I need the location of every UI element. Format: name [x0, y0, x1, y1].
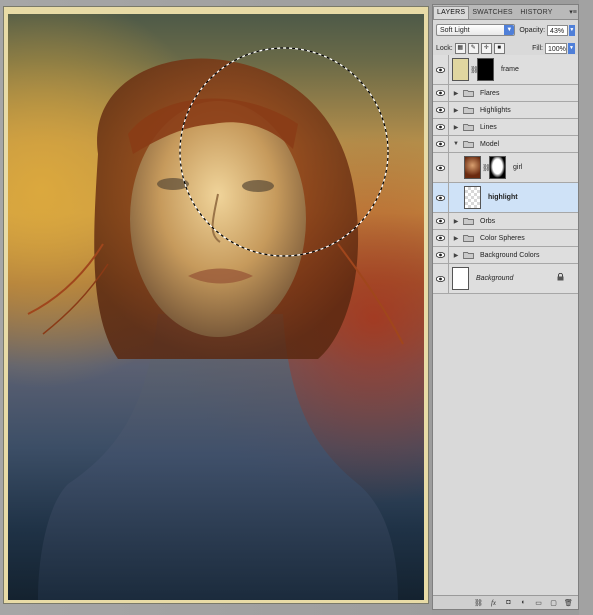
layer-row-orbs[interactable]: ▶ Orbs — [433, 213, 578, 230]
opacity-label: Opacity: — [519, 26, 546, 34]
opacity-input[interactable]: 43% — [547, 24, 568, 36]
layer-row-highlight[interactable]: highlight — [433, 183, 578, 213]
layer-name: Lines — [480, 123, 497, 131]
new-group-icon[interactable]: ▭ — [533, 598, 544, 607]
visibility-eye-icon[interactable] — [433, 183, 449, 212]
layer-name: Highlights — [480, 106, 511, 114]
layer-thumbnail — [452, 58, 469, 81]
layer-name: Model — [480, 140, 500, 148]
folder-icon — [463, 107, 474, 114]
link-layers-icon[interactable]: ⛓ — [473, 598, 484, 607]
fill-input[interactable]: 100% — [545, 42, 567, 54]
expand-triangle-icon[interactable]: ▶ — [451, 218, 461, 225]
layer-name: Orbs — [480, 217, 496, 225]
visibility-eye-icon[interactable] — [433, 102, 449, 118]
folder-icon — [463, 252, 474, 259]
blend-mode-select[interactable]: Soft Light ▼ — [436, 24, 516, 36]
layer-row-lines[interactable]: ▶ Lines — [433, 119, 578, 136]
blend-mode-value: Soft Light — [440, 27, 470, 34]
trash-icon[interactable]: 🗑 — [563, 598, 574, 607]
layer-row-color-spheres[interactable]: ▶ Color Spheres — [433, 230, 578, 247]
window-edge — [579, 0, 593, 615]
layer-name: frame — [501, 66, 519, 73]
layer-name: girl — [513, 164, 523, 171]
layer-row-background-colors[interactable]: ▶ Background Colors — [433, 247, 578, 264]
panel-menu-icon[interactable]: ▾≡ — [568, 7, 578, 19]
document-canvas-area[interactable] — [0, 0, 432, 615]
layers-panel: LAYERS SWATCHES HISTORY ▾≡ Soft Light ▼ … — [432, 4, 579, 610]
adjustment-layer-icon[interactable]: ◐ — [518, 598, 529, 607]
fill-slider-toggle-icon[interactable]: ▼ — [568, 42, 575, 54]
transparent-layer-thumbnail — [464, 186, 481, 209]
layer-mask-thumbnail[interactable] — [477, 58, 494, 81]
layer-row-model[interactable]: ▼ Model — [433, 136, 578, 153]
visibility-eye-icon[interactable] — [433, 264, 449, 293]
fill-label: Fill: — [532, 44, 543, 52]
folder-open-icon — [463, 141, 474, 148]
tab-swatches[interactable]: SWATCHES — [469, 7, 517, 19]
tab-history[interactable]: HISTORY — [517, 7, 555, 19]
layer-row-frame[interactable]: ⛓ frame — [433, 55, 578, 85]
visibility-eye-icon[interactable] — [433, 247, 449, 263]
layer-mask-thumbnail[interactable] — [489, 156, 506, 179]
layer-name: Background Colors — [480, 251, 540, 259]
folder-icon — [463, 218, 474, 225]
layer-row-highlights[interactable]: ▶ Highlights — [433, 102, 578, 119]
padlock-icon — [557, 273, 564, 281]
expand-triangle-icon[interactable]: ▶ — [451, 90, 461, 97]
layers-list: ⛓ frame ▶ Flares ▶ Highlights ▶ Lines ▼ … — [433, 55, 578, 294]
artwork-image[interactable] — [8, 14, 424, 600]
expand-triangle-icon[interactable]: ▶ — [451, 235, 461, 242]
layer-row-girl[interactable]: ⛓ girl — [433, 153, 578, 183]
layer-row-background[interactable]: Background — [433, 264, 578, 294]
layer-thumbnail — [464, 156, 481, 179]
blend-opacity-row: Soft Light ▼ Opacity: 43% ▼ — [433, 20, 578, 40]
expand-triangle-icon[interactable]: ▶ — [451, 252, 461, 259]
link-chain-icon[interactable]: ⛓ — [470, 66, 479, 74]
chevron-down-icon: ▼ — [504, 25, 515, 35]
link-chain-icon[interactable]: ⛓ — [482, 164, 491, 172]
visibility-eye-icon[interactable] — [433, 119, 449, 135]
visibility-eye-icon[interactable] — [433, 153, 449, 182]
visibility-eye-icon[interactable] — [433, 230, 449, 246]
visibility-eye-icon[interactable] — [433, 85, 449, 101]
expand-triangle-icon[interactable]: ▶ — [451, 124, 461, 131]
lock-transparency-icon[interactable]: ▦ — [454, 42, 466, 54]
layer-name: Flares — [480, 89, 500, 97]
layer-row-flares[interactable]: ▶ Flares — [433, 85, 578, 102]
folder-icon — [463, 90, 474, 97]
lock-all-icon[interactable]: ■ — [493, 42, 505, 54]
layer-name: Background — [476, 275, 514, 282]
expand-triangle-icon[interactable]: ▶ — [451, 107, 461, 114]
folder-icon — [463, 235, 474, 242]
portrait-illustration — [27, 47, 404, 600]
visibility-eye-icon[interactable] — [433, 213, 449, 229]
new-layer-icon[interactable]: ▢ — [548, 598, 559, 607]
layers-bottom-toolbar: ⛓ fx ◘ ◐ ▭ ▢ 🗑 — [433, 595, 578, 609]
panel-tab-bar: LAYERS SWATCHES HISTORY ▾≡ — [433, 5, 578, 20]
folder-icon — [463, 124, 474, 131]
collapse-triangle-icon[interactable]: ▼ — [451, 141, 461, 147]
lock-image-icon[interactable]: ✎ — [467, 42, 479, 54]
visibility-eye-icon[interactable] — [433, 136, 449, 152]
visibility-eye-icon[interactable] — [433, 55, 449, 84]
fx-icon[interactable]: fx — [488, 598, 499, 607]
tab-layers[interactable]: LAYERS — [433, 6, 470, 19]
layer-name: highlight — [488, 194, 518, 201]
add-mask-icon[interactable]: ◘ — [503, 598, 514, 607]
layer-thumbnail — [452, 267, 469, 290]
layer-name: Color Spheres — [480, 234, 525, 242]
opacity-slider-toggle-icon[interactable]: ▼ — [568, 24, 575, 36]
lock-position-icon[interactable]: ✛ — [480, 42, 492, 54]
lock-label: Lock: — [436, 44, 453, 52]
